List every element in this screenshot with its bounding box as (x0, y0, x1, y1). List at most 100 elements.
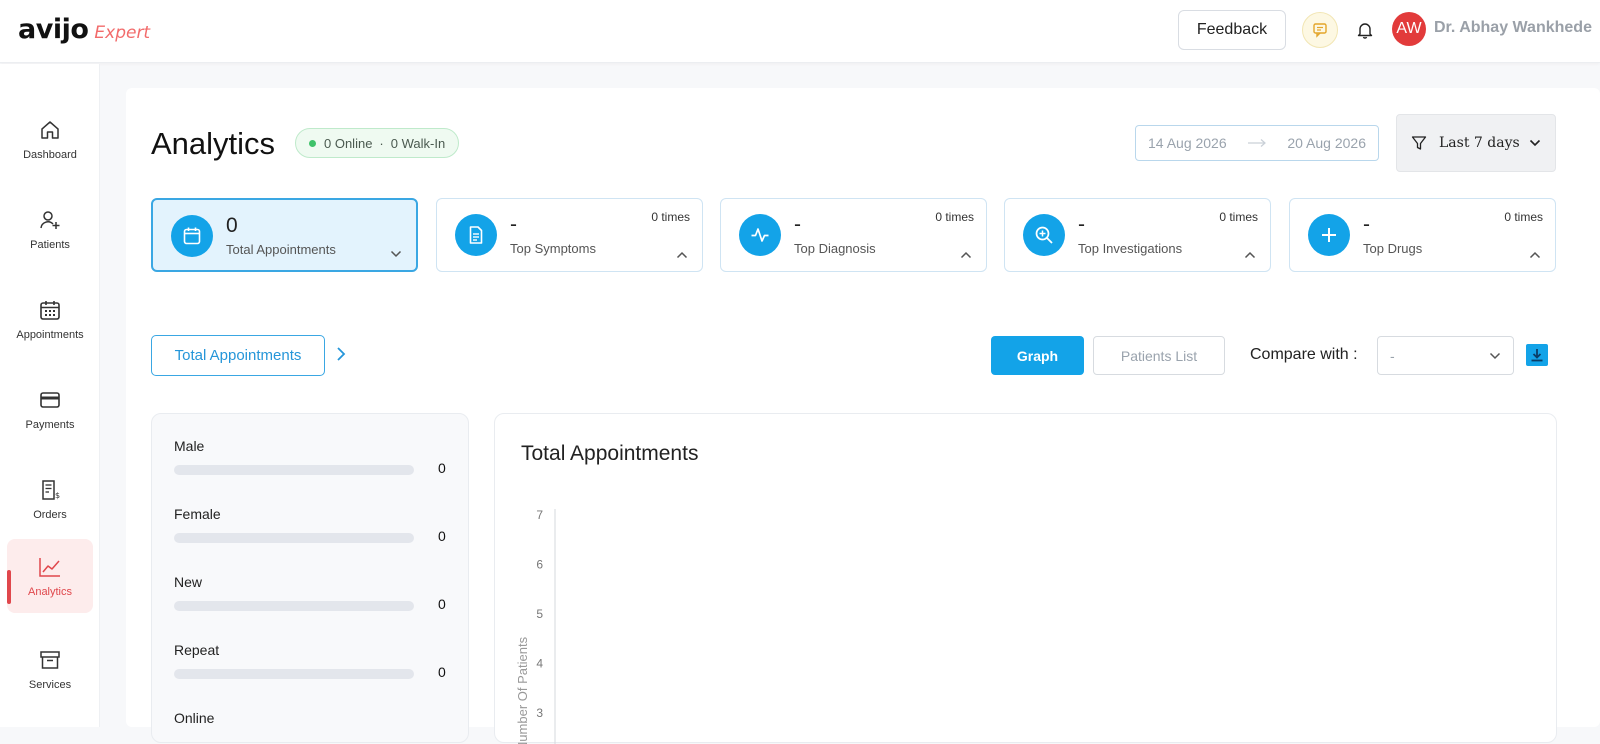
card-top-diagnosis[interactable]: - Top Diagnosis 0 times (720, 198, 987, 272)
feedback-button[interactable]: Feedback (1178, 10, 1286, 50)
plus-icon (1308, 214, 1350, 256)
card-icon (37, 387, 63, 413)
compare-select[interactable]: - (1377, 336, 1514, 375)
metric-select-button[interactable]: Total Appointments (151, 335, 325, 376)
chat-button[interactable] (1302, 12, 1338, 48)
card-value: - (1363, 213, 1370, 236)
chevron-up-icon[interactable] (1529, 251, 1541, 259)
home-icon (37, 117, 63, 143)
breakdown-value: 0 (438, 460, 446, 476)
chevron-down-icon (1529, 139, 1541, 147)
user-plus-icon (37, 207, 63, 233)
y-tick-label: 5 (536, 607, 543, 621)
breakdown-item-male: Male 0 (174, 438, 454, 476)
sidebar-item-label: Orders (33, 509, 67, 521)
message-icon (1313, 23, 1327, 38)
breakdown-label: New (174, 574, 203, 590)
card-times: 0 times (1219, 210, 1258, 224)
app-logo[interactable]: avijo Expert (18, 14, 150, 45)
date-from[interactable]: 14 Aug 2026 (1148, 135, 1227, 151)
sidebar-item-label: Patients (30, 239, 70, 251)
card-label: Top Symptoms (510, 241, 596, 256)
receipt-icon: $ (37, 477, 63, 503)
compare-value: - (1390, 347, 1395, 364)
arrow-right-icon (1247, 135, 1267, 151)
y-tick-label: 7 (536, 508, 543, 522)
sidebar-item-patients[interactable]: Patients (7, 192, 93, 266)
chevron-up-icon[interactable] (676, 251, 688, 259)
sidebar-item-analytics[interactable]: Analytics (7, 539, 93, 613)
user-name[interactable]: Dr. Abhay Wankhede (1434, 19, 1592, 37)
sidebar-item-label: Payments (25, 419, 75, 431)
breakdown-item-female: Female 0 (174, 506, 454, 544)
pulse-icon (739, 214, 781, 256)
breakdown-label: Male (174, 438, 205, 454)
status-separator: · (379, 135, 384, 151)
card-top-symptoms[interactable]: - Top Symptoms 0 times (436, 198, 703, 272)
breakdown-item-online: Online (174, 710, 454, 726)
chart-panel: Total Appointments 7 6 5 4 3 Number Of Patien… (494, 413, 1557, 744)
breakdown-value: 0 (438, 596, 446, 612)
date-to[interactable]: 20 Aug 2026 (1287, 135, 1366, 151)
card-label: Total Appointments (226, 242, 336, 257)
chevron-up-icon[interactable] (960, 251, 972, 259)
card-top-investigations[interactable]: - Top Investigations 0 times (1004, 198, 1271, 272)
chevron-down-icon[interactable] (390, 250, 402, 258)
search-plus-icon (1023, 214, 1065, 256)
sidebar-item-label: Appointments (16, 329, 84, 341)
card-value: - (1078, 213, 1085, 236)
y-tick-label: 6 (536, 558, 543, 572)
progress-bar (174, 533, 414, 543)
card-times: 0 times (935, 210, 974, 224)
chart-canvas: 7 6 5 4 3 Number Of Patients (515, 508, 556, 744)
breakdown-label: Repeat (174, 642, 220, 658)
status-badge: 0 Online · 0 Walk-In (295, 128, 460, 158)
date-range-picker[interactable]: 14 Aug 2026 20 Aug 2026 (1135, 125, 1379, 161)
breakdown-value: 0 (438, 528, 446, 544)
y-tick-label: 3 (536, 706, 543, 720)
filter-icon (1411, 135, 1427, 151)
patients-list-button[interactable]: Patients List (1093, 336, 1225, 375)
breakdown-item-new: New 0 (174, 574, 454, 612)
sidebar-item-dashboard[interactable]: Dashboard (7, 102, 93, 176)
chevron-right-icon[interactable] (336, 346, 346, 362)
card-top-drugs[interactable]: - Top Drugs 0 times (1289, 198, 1556, 272)
breakdown-value: 0 (438, 664, 446, 680)
download-icon[interactable] (1526, 344, 1548, 366)
sidebar-item-orders[interactable]: $ Orders (7, 462, 93, 536)
y-tick-label: 4 (536, 657, 543, 671)
sidebar-item-services[interactable]: Services (7, 632, 93, 706)
progress-bar (174, 465, 414, 475)
active-nav-indicator (7, 570, 11, 604)
card-times: 0 times (1504, 210, 1543, 224)
card-times: 0 times (651, 210, 690, 224)
avatar[interactable]: AW (1392, 12, 1426, 46)
period-select[interactable]: Last 7 days (1396, 114, 1556, 172)
document-icon (455, 214, 497, 256)
calendar-icon (171, 215, 213, 257)
card-value: 0 (226, 214, 238, 237)
chevron-down-icon (1489, 352, 1501, 360)
breakdown-panel: Male 0 Female 0 New 0 Repeat 0 Online (151, 413, 469, 743)
sidebar: Dashboard Patients Appointments Payments… (0, 64, 100, 727)
svg-text:$: $ (55, 491, 60, 500)
sidebar-item-label: Services (28, 679, 72, 691)
online-dot (309, 139, 316, 147)
calendar-icon (37, 297, 63, 323)
bell-icon[interactable] (1354, 19, 1376, 41)
breakdown-label: Female (174, 506, 221, 522)
progress-bar (174, 601, 414, 611)
top-header: avijo Expert Feedback AW Dr. Abhay Wankh… (0, 0, 1600, 63)
sidebar-item-label: Analytics (27, 586, 73, 598)
graph-view-button[interactable]: Graph (991, 336, 1084, 375)
chart-line-icon (37, 554, 63, 580)
progress-bar (174, 669, 414, 679)
sidebar-item-payments[interactable]: Payments (7, 372, 93, 446)
card-total-appointments[interactable]: 0 Total Appointments (151, 198, 418, 272)
card-label: Top Investigations (1078, 241, 1183, 256)
breakdown-label: Online (174, 710, 215, 726)
sidebar-item-appointments[interactable]: Appointments (7, 282, 93, 356)
chevron-up-icon[interactable] (1244, 251, 1256, 259)
logo-sub-text: Expert (94, 23, 151, 43)
walkin-count: 0 Walk-In (390, 135, 446, 151)
